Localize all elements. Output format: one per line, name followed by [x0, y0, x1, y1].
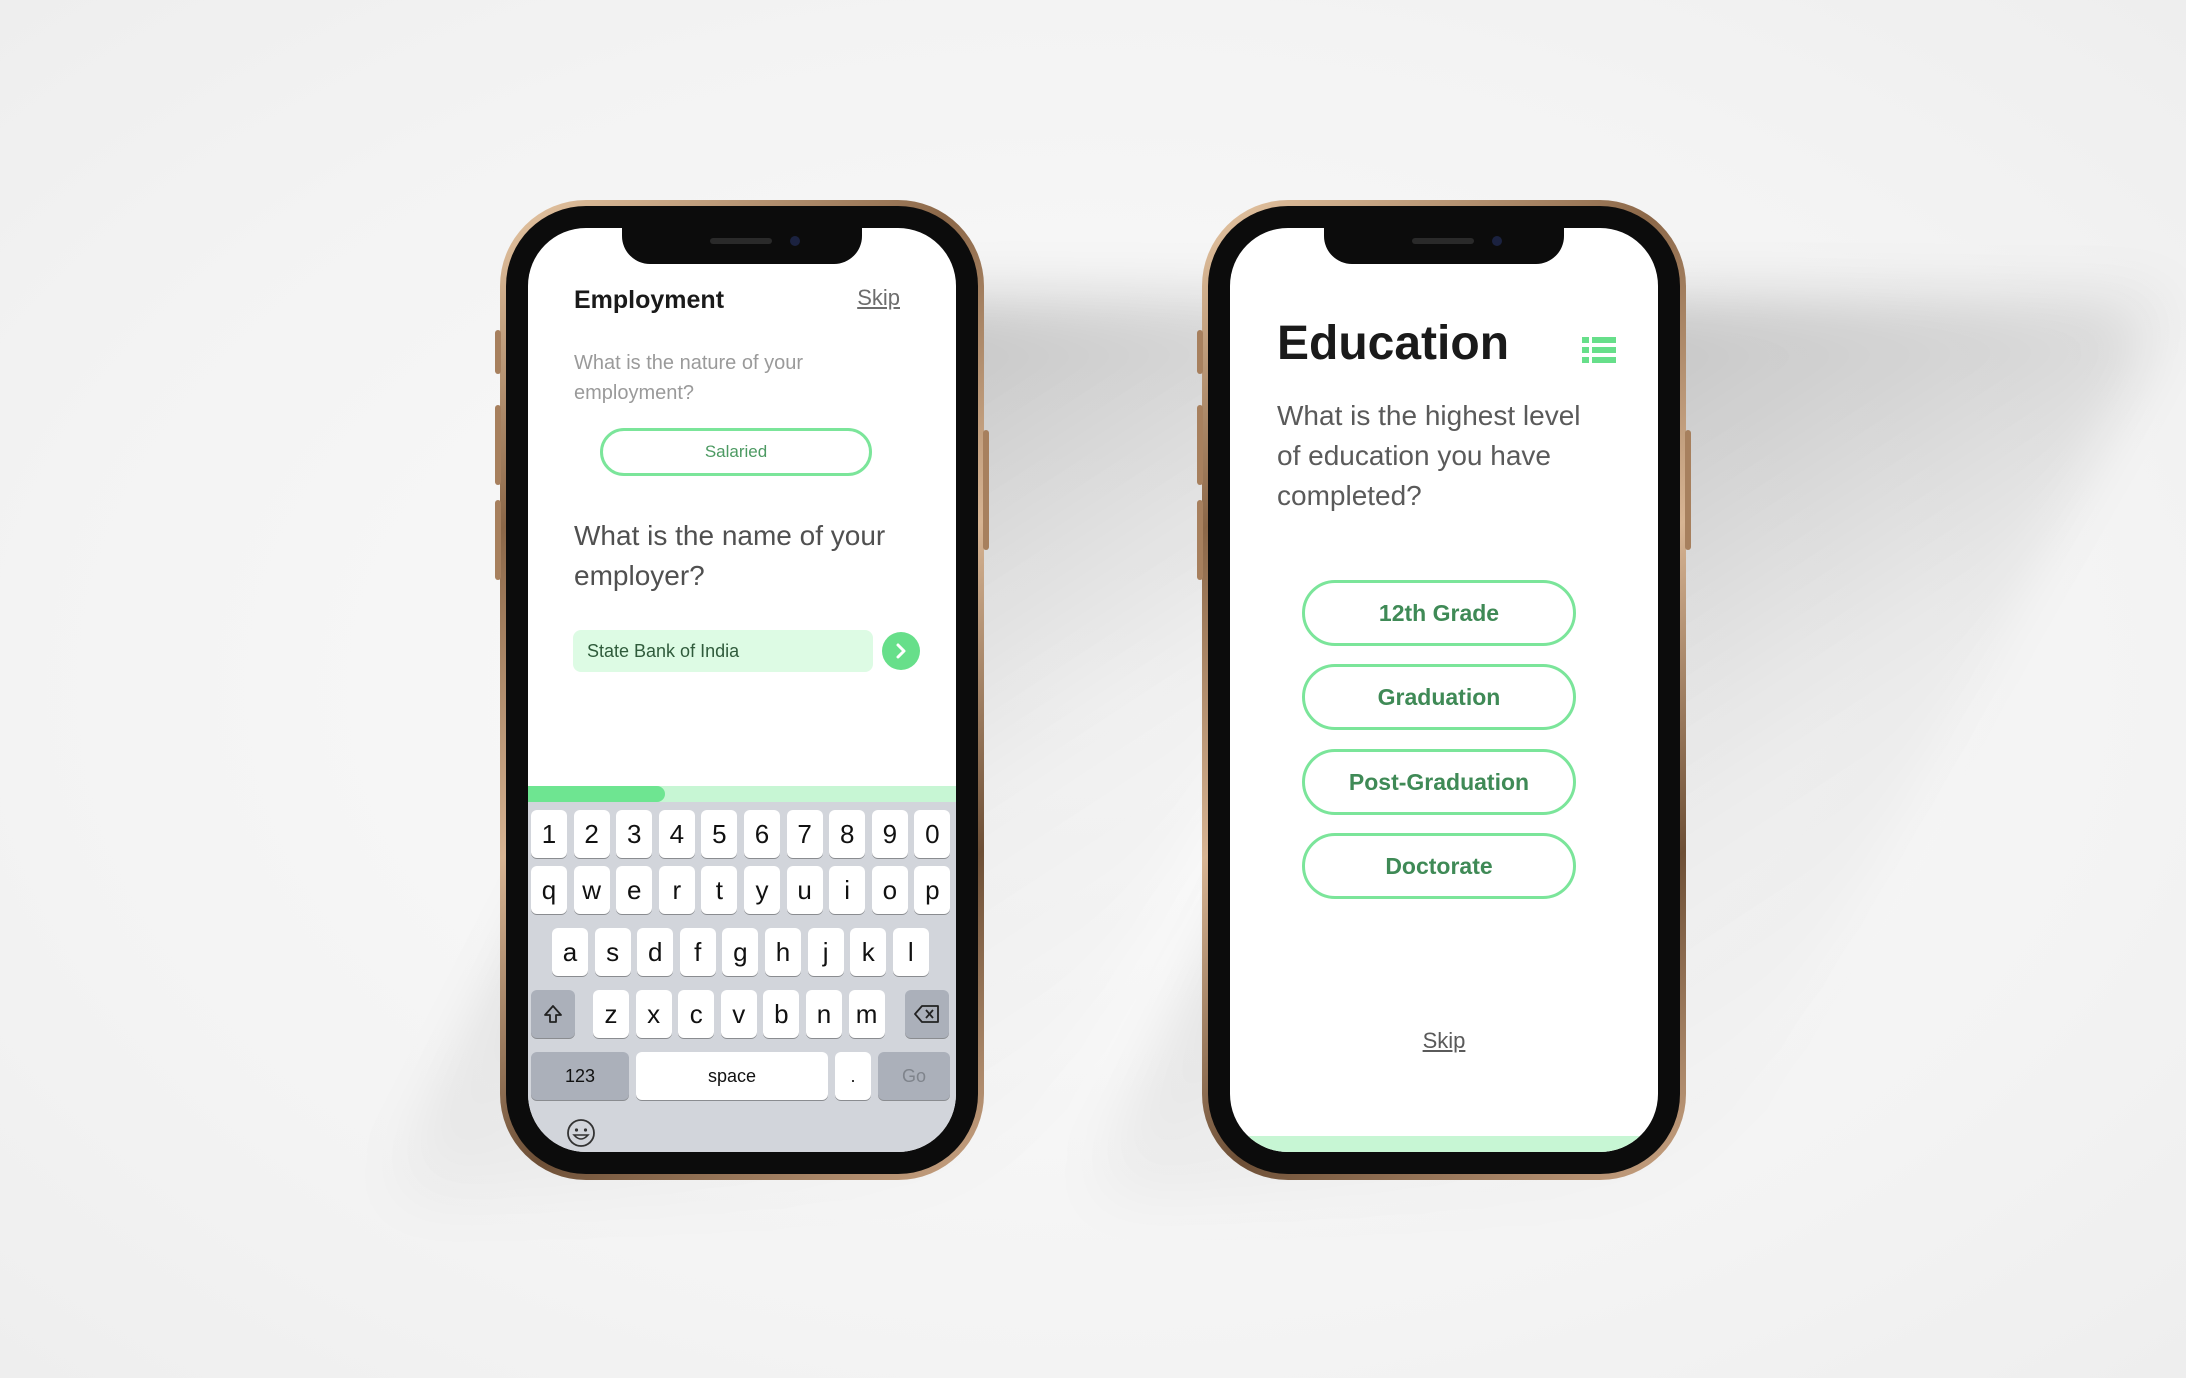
keyboard-row-bottom: 123 space . Go — [528, 1052, 956, 1102]
page-title: Education — [1277, 317, 1510, 370]
backspace-key[interactable] — [905, 990, 949, 1038]
phone-employment: Employment Skip What is the nature of yo… — [495, 200, 989, 1180]
notch — [1324, 228, 1564, 264]
backspace-icon — [914, 1005, 939, 1023]
shift-icon — [544, 1005, 562, 1023]
list-menu-icon[interactable] — [1582, 336, 1616, 364]
key-b[interactable]: b — [763, 990, 800, 1038]
progress-bar — [1230, 1136, 1658, 1152]
key-u[interactable]: u — [786, 866, 823, 914]
shift-key[interactable] — [531, 990, 575, 1038]
key-1[interactable]: 1 — [531, 810, 567, 858]
go-key[interactable]: Go — [878, 1052, 950, 1100]
key-9[interactable]: 9 — [871, 810, 908, 858]
question-employment-nature: What is the nature of your employment? — [574, 352, 804, 404]
page-title: Employment — [574, 286, 725, 314]
key-s[interactable]: s — [594, 928, 631, 976]
key-7[interactable]: 7 — [786, 810, 823, 858]
key-x[interactable]: x — [635, 990, 672, 1038]
mockup-stage: Employment Skip What is the nature of yo… — [0, 0, 2186, 1378]
notch — [622, 228, 862, 264]
selected-answer-pill[interactable]: Salaried — [600, 428, 872, 476]
key-o[interactable]: o — [871, 866, 908, 914]
key-j[interactable]: j — [807, 928, 844, 976]
key-a[interactable]: a — [552, 928, 588, 976]
employment-screen: Employment Skip What is the nature of yo… — [528, 228, 956, 1152]
skip-link[interactable]: Skip — [857, 285, 900, 311]
education-screen: Education What is the highest level of e… — [1230, 228, 1658, 1152]
next-button[interactable] — [882, 632, 920, 670]
progress-bar — [528, 786, 956, 802]
skip-label[interactable]: Skip — [1423, 1028, 1466, 1053]
key-d[interactable]: d — [637, 928, 674, 976]
key-g[interactable]: g — [722, 928, 759, 976]
key-0[interactable]: 0 — [914, 810, 951, 858]
key-4[interactable]: 4 — [658, 810, 695, 858]
option-12th-grade[interactable]: 12th Grade — [1302, 580, 1576, 646]
key-r[interactable]: r — [658, 866, 695, 914]
key-z[interactable]: z — [593, 990, 629, 1038]
key-6[interactable]: 6 — [744, 810, 780, 858]
on-screen-keyboard: 1234567890 qwertyuiop asdfghjkl zxcvbnm — [528, 802, 956, 1152]
key-y[interactable]: y — [744, 866, 780, 914]
key-c[interactable]: c — [678, 990, 715, 1038]
key-k[interactable]: k — [850, 928, 887, 976]
key-3[interactable]: 3 — [616, 810, 653, 858]
key-v[interactable]: v — [720, 990, 757, 1038]
progress-bar-fill — [528, 786, 665, 802]
key-m[interactable]: m — [848, 990, 885, 1038]
key-5[interactable]: 5 — [701, 810, 738, 858]
employer-input[interactable]: State Bank of India — [573, 630, 873, 672]
option-graduation[interactable]: Graduation — [1302, 664, 1576, 730]
key-n[interactable]: n — [806, 990, 842, 1038]
key-t[interactable]: t — [701, 866, 738, 914]
option-doctorate[interactable]: Doctorate — [1302, 833, 1576, 899]
key-e[interactable]: e — [616, 866, 653, 914]
key-2[interactable]: 2 — [573, 810, 610, 858]
question-education-level: What is the highest level of education y… — [1277, 400, 1581, 511]
option-post-graduation[interactable]: Post-Graduation — [1302, 749, 1576, 815]
key-p[interactable]: p — [914, 866, 951, 914]
keyboard-row-numbers: 1234567890 — [528, 810, 956, 860]
key-f[interactable]: f — [679, 928, 716, 976]
phone-education: Education What is the highest level of e… — [1197, 200, 1691, 1180]
key-l[interactable]: l — [892, 928, 929, 976]
space-key[interactable]: space — [636, 1052, 828, 1100]
keyboard-row-zxcv: zxcvbnm — [528, 990, 956, 1040]
key-w[interactable]: w — [573, 866, 610, 914]
keyboard-row-qwerty: qwertyuiop — [528, 866, 956, 916]
key-h[interactable]: h — [765, 928, 801, 976]
key-8[interactable]: 8 — [829, 810, 866, 858]
emoji-icon[interactable] — [564, 1116, 598, 1150]
numbers-key[interactable]: 123 — [531, 1052, 629, 1100]
question-employer-name: What is the name of your employer? — [574, 520, 886, 591]
period-key[interactable]: . — [835, 1052, 871, 1100]
chevron-right-icon — [896, 643, 906, 659]
keyboard-row-asdf: asdfghjkl — [528, 928, 956, 978]
key-i[interactable]: i — [829, 866, 866, 914]
key-q[interactable]: q — [531, 866, 567, 914]
skip-link[interactable]: Skip — [1230, 1028, 1658, 1054]
